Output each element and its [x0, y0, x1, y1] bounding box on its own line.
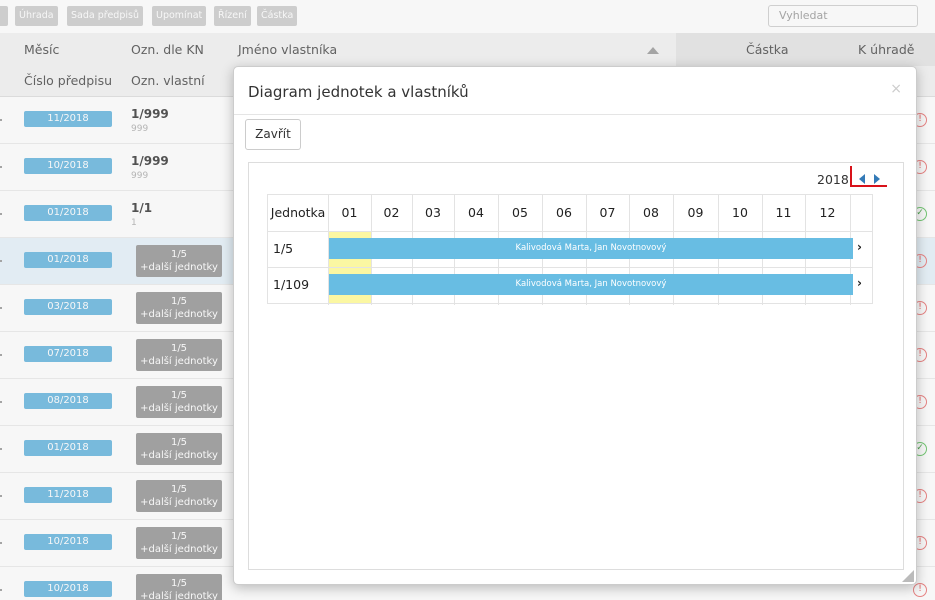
diagram-modal: Diagram jednotek a vlastníků × Zavřít 20… — [233, 66, 917, 585]
unit-row-label: 1/5 — [273, 241, 294, 256]
month-header: 12 — [819, 205, 836, 220]
grid-row-line — [268, 267, 872, 268]
month-header: 08 — [643, 205, 659, 220]
year-label: 2018 — [817, 172, 849, 187]
month-header: 02 — [383, 205, 400, 220]
close-button[interactable]: Zavřít — [245, 119, 301, 150]
month-header: 06 — [556, 205, 572, 220]
modal-title: Diagram jednotek a vlastníků — [248, 83, 469, 101]
diagram-grid: Jednotka 01 02 03 04 05 06 07 08 09 10 11 12 1/5 Kali… — [267, 194, 873, 305]
diagram-panel: 2018 Jednotka 01 02 03 04 05 06 07 08 09 10 11 12 1/… — [248, 162, 904, 570]
chevron-right-icon[interactable]: › — [857, 276, 862, 290]
month-header: 09 — [687, 205, 704, 220]
grid-header-jednotka: Jednotka — [270, 205, 326, 220]
annotation-mark — [850, 166, 887, 187]
grid-row-line — [268, 231, 872, 232]
close-icon[interactable]: × — [890, 81, 902, 97]
month-header: 03 — [425, 205, 441, 220]
modal-divider — [234, 114, 916, 115]
unit-row-label: 1/109 — [273, 277, 310, 292]
ownership-bar[interactable]: Kalivodová Marta, Jan Novotnovový — [329, 274, 853, 295]
chevron-right-icon[interactable]: › — [857, 240, 862, 254]
month-header: 11 — [775, 205, 792, 220]
month-header: 04 — [468, 205, 484, 220]
month-header: 10 — [732, 205, 748, 220]
month-header: 07 — [599, 205, 616, 220]
month-header: 01 — [341, 205, 358, 220]
resize-handle-icon[interactable] — [902, 570, 914, 582]
ownership-bar[interactable]: Kalivodová Marta, Jan Novotnovový — [329, 238, 853, 259]
month-header: 05 — [512, 205, 528, 220]
